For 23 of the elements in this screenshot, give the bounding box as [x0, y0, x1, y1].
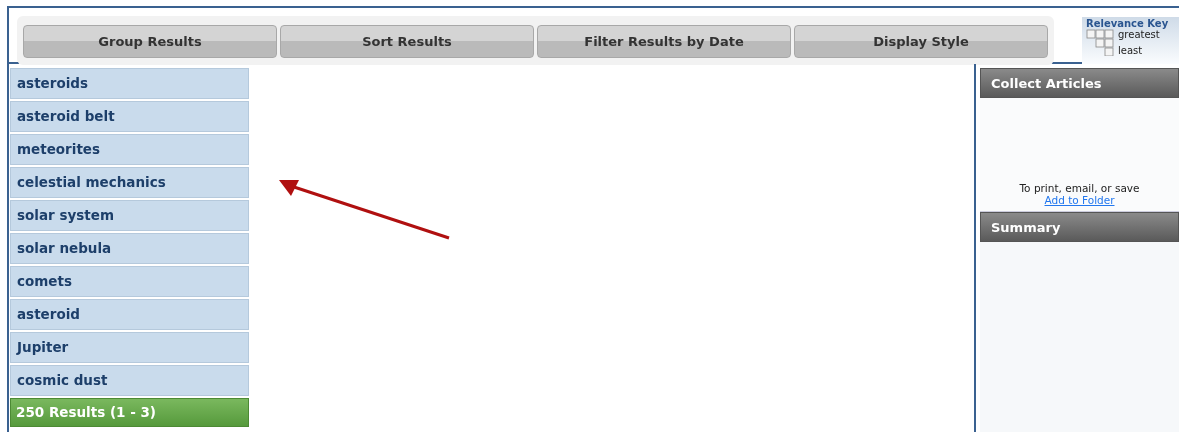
- results-count: 250 Results (1 - 3): [10, 398, 249, 427]
- group-item[interactable]: comets: [10, 266, 249, 297]
- panel-header: Summary: [980, 212, 1179, 242]
- greatest-label: greatest: [1118, 29, 1160, 40]
- group-item[interactable]: meteorites: [10, 134, 249, 165]
- group-item[interactable]: solar nebula: [10, 233, 249, 264]
- panel-header: Collect Articles: [980, 68, 1179, 98]
- group-item[interactable]: celestial mechanics: [10, 167, 249, 198]
- toolbar-button[interactable]: Group Results: [23, 25, 277, 58]
- group-item[interactable]: asteroids: [10, 68, 249, 99]
- add-to-folder-link[interactable]: Add to Folder: [1044, 194, 1115, 206]
- group-item[interactable]: asteroid belt: [10, 101, 249, 132]
- relevance-key-title: Relevance Key: [1086, 18, 1170, 29]
- toolbar-button[interactable]: Filter Results by Date: [537, 25, 791, 58]
- group-item[interactable]: asteroid: [10, 299, 249, 330]
- group-item[interactable]: Jupiter: [10, 332, 249, 363]
- hint-text: To print, email, or save: [1019, 182, 1140, 194]
- relevance-key-drawing: [1086, 29, 1116, 56]
- group-item[interactable]: solar system: [10, 200, 249, 231]
- least-label: least: [1118, 45, 1144, 56]
- group-item[interactable]: cosmic dust: [10, 365, 249, 396]
- toolbar-button[interactable]: Sort Results: [280, 25, 534, 58]
- toolbar-button[interactable]: Display Style: [794, 25, 1048, 58]
